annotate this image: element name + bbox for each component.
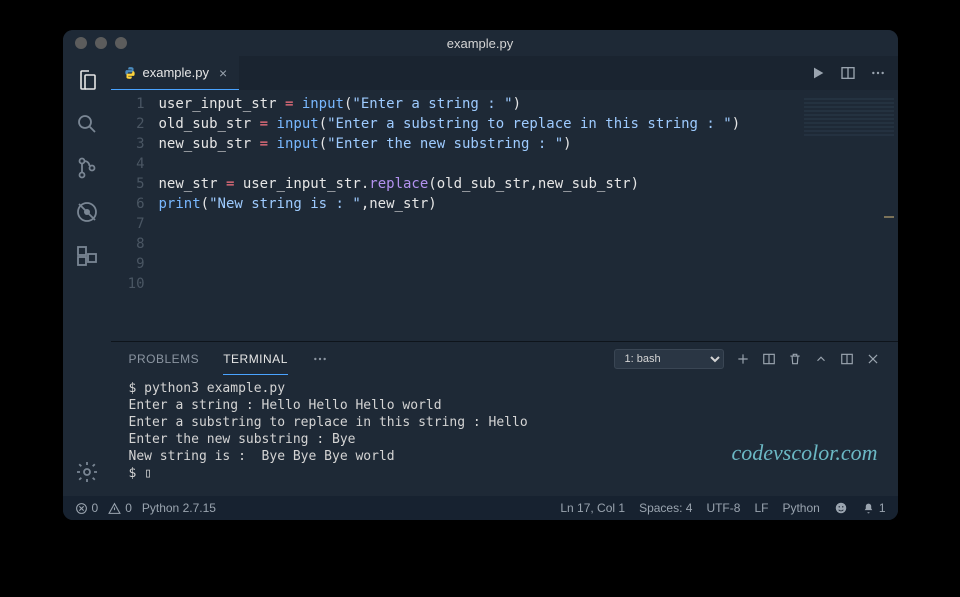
status-encoding[interactable]: UTF-8 <box>706 501 740 515</box>
maximize-panel-icon[interactable] <box>840 352 854 366</box>
tab-label: example.py <box>143 65 209 80</box>
status-indentation[interactable]: Spaces: 4 <box>639 501 692 515</box>
panel-tab-problems[interactable]: PROBLEMS <box>129 352 200 366</box>
status-language[interactable]: Python <box>782 501 819 515</box>
explorer-icon[interactable] <box>73 66 101 94</box>
terminal-output[interactable]: $ python3 example.py Enter a string : He… <box>111 376 898 496</box>
status-eol[interactable]: LF <box>754 501 768 515</box>
minimap[interactable] <box>804 98 894 138</box>
extensions-icon[interactable] <box>73 242 101 270</box>
activity-bar <box>63 56 111 496</box>
panel-more-icon[interactable] <box>312 351 328 367</box>
watermark: codevscolor.com <box>731 440 877 466</box>
search-icon[interactable] <box>73 110 101 138</box>
split-terminal-icon[interactable] <box>762 352 776 366</box>
status-errors[interactable]: 0 <box>75 501 99 515</box>
status-feedback-icon[interactable] <box>834 501 848 515</box>
titlebar: example.py <box>63 30 898 56</box>
status-notifications[interactable]: 1 <box>862 501 886 515</box>
status-warnings[interactable]: 0 <box>108 501 132 515</box>
panel-tab-terminal[interactable]: TERMINAL <box>223 352 288 375</box>
tab-bar: example.py × <box>111 56 898 90</box>
kill-terminal-icon[interactable] <box>788 352 802 366</box>
status-bar: 0 0 Python 2.7.15 Ln 17, Col 1 Spaces: 4… <box>63 496 898 520</box>
new-terminal-icon[interactable] <box>736 352 750 366</box>
status-interpreter[interactable]: Python 2.7.15 <box>142 501 216 515</box>
close-panel-icon[interactable] <box>866 352 880 366</box>
window-title: example.py <box>63 36 898 51</box>
debug-icon[interactable] <box>73 198 101 226</box>
more-actions-icon[interactable] <box>870 65 886 81</box>
bottom-panel: PROBLEMS TERMINAL 1: bash $ python3 exam… <box>111 341 898 496</box>
code-editor[interactable]: 12345678910 user_input_str = input("Ente… <box>111 90 898 341</box>
status-cursor-position[interactable]: Ln 17, Col 1 <box>560 501 625 515</box>
split-editor-icon[interactable] <box>840 65 856 81</box>
source-control-icon[interactable] <box>73 154 101 182</box>
settings-gear-icon[interactable] <box>73 458 101 486</box>
line-number-gutter: 12345678910 <box>111 90 159 341</box>
code-content[interactable]: user_input_str = input("Enter a string :… <box>159 90 898 341</box>
python-file-icon <box>123 66 137 80</box>
terminal-shell-select[interactable]: 1: bash <box>614 349 724 369</box>
tab-example-py[interactable]: example.py × <box>111 56 240 90</box>
run-icon[interactable] <box>810 65 826 81</box>
vscode-window: example.py <box>63 30 898 520</box>
chevron-up-icon[interactable] <box>814 352 828 366</box>
tab-close-icon[interactable]: × <box>215 65 227 81</box>
